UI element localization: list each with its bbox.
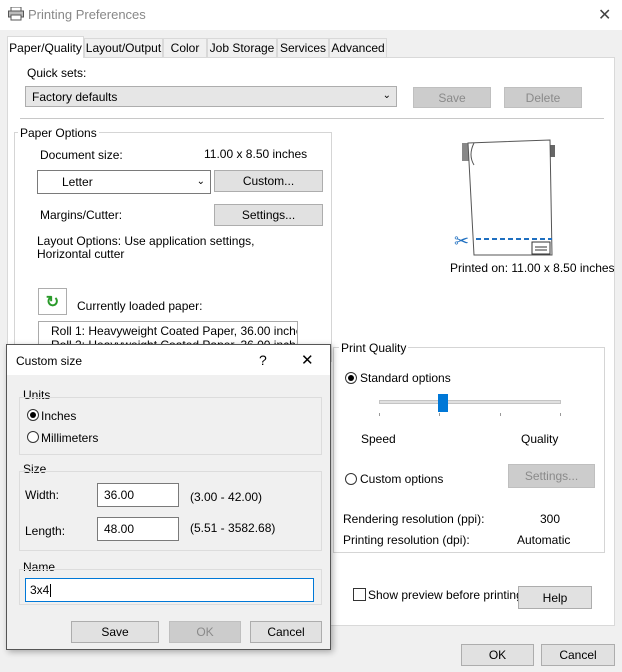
- quick-sets-value: Factory defaults: [32, 89, 118, 104]
- custom-options-label: Custom options: [360, 472, 444, 486]
- show-preview-label: Show preview before printing: [368, 588, 523, 602]
- help-button[interactable]: Help: [518, 586, 592, 609]
- width-input[interactable]: 36.00: [97, 483, 179, 507]
- name-value: 3x4: [30, 583, 50, 597]
- quality-slider-track[interactable]: [379, 400, 561, 404]
- inches-label: Inches: [41, 409, 77, 423]
- tab-paper-quality[interactable]: Paper/Quality: [7, 36, 84, 58]
- units-group: [19, 397, 322, 455]
- scissors-icon: ✂: [454, 231, 470, 251]
- margins-settings-button[interactable]: Settings...: [214, 204, 323, 226]
- divider: [20, 118, 604, 119]
- width-range: (3.00 - 42.00): [190, 490, 263, 504]
- rendering-resolution-label: Rendering resolution (ppi):: [343, 512, 485, 526]
- paper-size-value: Letter: [62, 175, 93, 189]
- dialog-cancel-button[interactable]: Cancel: [250, 621, 322, 643]
- tab-color[interactable]: Color: [163, 38, 207, 57]
- millimeters-label: Millimeters: [41, 431, 99, 445]
- quality-settings-button[interactable]: Settings...: [508, 464, 595, 488]
- chevron-down-icon: ⌄: [196, 176, 205, 187]
- speed-label: Speed: [361, 432, 396, 446]
- custom-size-button[interactable]: Custom...: [214, 170, 323, 192]
- margins-cutter-label: Margins/Cutter:: [40, 208, 123, 222]
- quick-sets-save-button[interactable]: Save: [413, 87, 491, 108]
- quick-sets-label: Quick sets:: [27, 66, 87, 80]
- custom-size-dialog: Custom size ? ✕ Units Inches Millimeters…: [6, 344, 331, 650]
- millimeters-radio[interactable]: [27, 431, 39, 443]
- quick-sets-delete-button[interactable]: Delete: [504, 87, 582, 108]
- refresh-icon: ↻: [45, 293, 60, 311]
- standard-options-radio[interactable]: [345, 372, 357, 384]
- quick-sets-select[interactable]: Factory defaults ⌄: [25, 86, 397, 107]
- dialog-save-button[interactable]: Save: [71, 621, 159, 643]
- printing-resolution-value: Automatic: [517, 533, 571, 547]
- width-label: Width:: [25, 488, 60, 502]
- paper-options-title: Paper Options: [18, 126, 99, 140]
- window-close-icon[interactable]: ✕: [598, 5, 611, 25]
- standard-options-label: Standard options: [360, 371, 451, 385]
- quality-slider-thumb[interactable]: [437, 394, 448, 412]
- dialog-help-icon[interactable]: ?: [259, 352, 267, 368]
- tab-job-storage[interactable]: Job Storage: [207, 38, 277, 57]
- tab-services[interactable]: Services: [277, 38, 329, 57]
- ok-button[interactable]: OK: [461, 644, 534, 666]
- print-quality-title: Print Quality: [339, 341, 409, 355]
- printing-resolution-label: Printing resolution (dpi):: [343, 533, 470, 547]
- show-preview-checkbox[interactable]: [353, 588, 366, 601]
- dialog-title: Custom size: [16, 354, 83, 368]
- custom-options-radio[interactable]: [345, 473, 357, 485]
- inches-radio[interactable]: [27, 409, 39, 421]
- printer-icon: [8, 6, 24, 21]
- document-size-value: 11.00 x 8.50 inches: [204, 147, 308, 161]
- dialog-title-bar: Custom size ? ✕: [7, 345, 330, 375]
- dialog-ok-button[interactable]: OK: [169, 621, 241, 643]
- document-size-label: Document size:: [40, 148, 123, 162]
- rendering-resolution-value: 300: [540, 512, 561, 526]
- length-input[interactable]: 48.00: [97, 517, 179, 541]
- length-label: Length:: [25, 524, 66, 538]
- paper-size-select[interactable]: Letter ⌄: [37, 170, 211, 194]
- slider-ticks: [379, 413, 561, 417]
- cancel-button[interactable]: Cancel: [541, 644, 615, 666]
- refresh-button[interactable]: ↻: [38, 288, 67, 315]
- layout-options-text: Layout Options: Use application settings…: [37, 234, 255, 261]
- name-input[interactable]: 3x4: [25, 578, 314, 602]
- printed-on-text: Printed on: 11.00 x 8.50 inches: [450, 261, 615, 275]
- chevron-down-icon: ⌄: [382, 90, 391, 101]
- list-item[interactable]: Roll 1: Heavyweight Coated Paper, 36.00 …: [39, 322, 297, 338]
- quality-label: Quality: [521, 432, 559, 446]
- tab-layout-output[interactable]: Layout/Output: [84, 38, 163, 57]
- window-title: Printing Preferences: [28, 7, 146, 22]
- length-range: (5.51 - 3582.68): [190, 521, 276, 535]
- title-bar: Printing Preferences ✕: [0, 0, 622, 30]
- tab-advanced[interactable]: Advanced: [329, 38, 387, 57]
- text-cursor: [50, 583, 52, 597]
- dialog-close-icon[interactable]: ✕: [301, 351, 314, 369]
- loaded-paper-label: Currently loaded paper:: [77, 299, 203, 313]
